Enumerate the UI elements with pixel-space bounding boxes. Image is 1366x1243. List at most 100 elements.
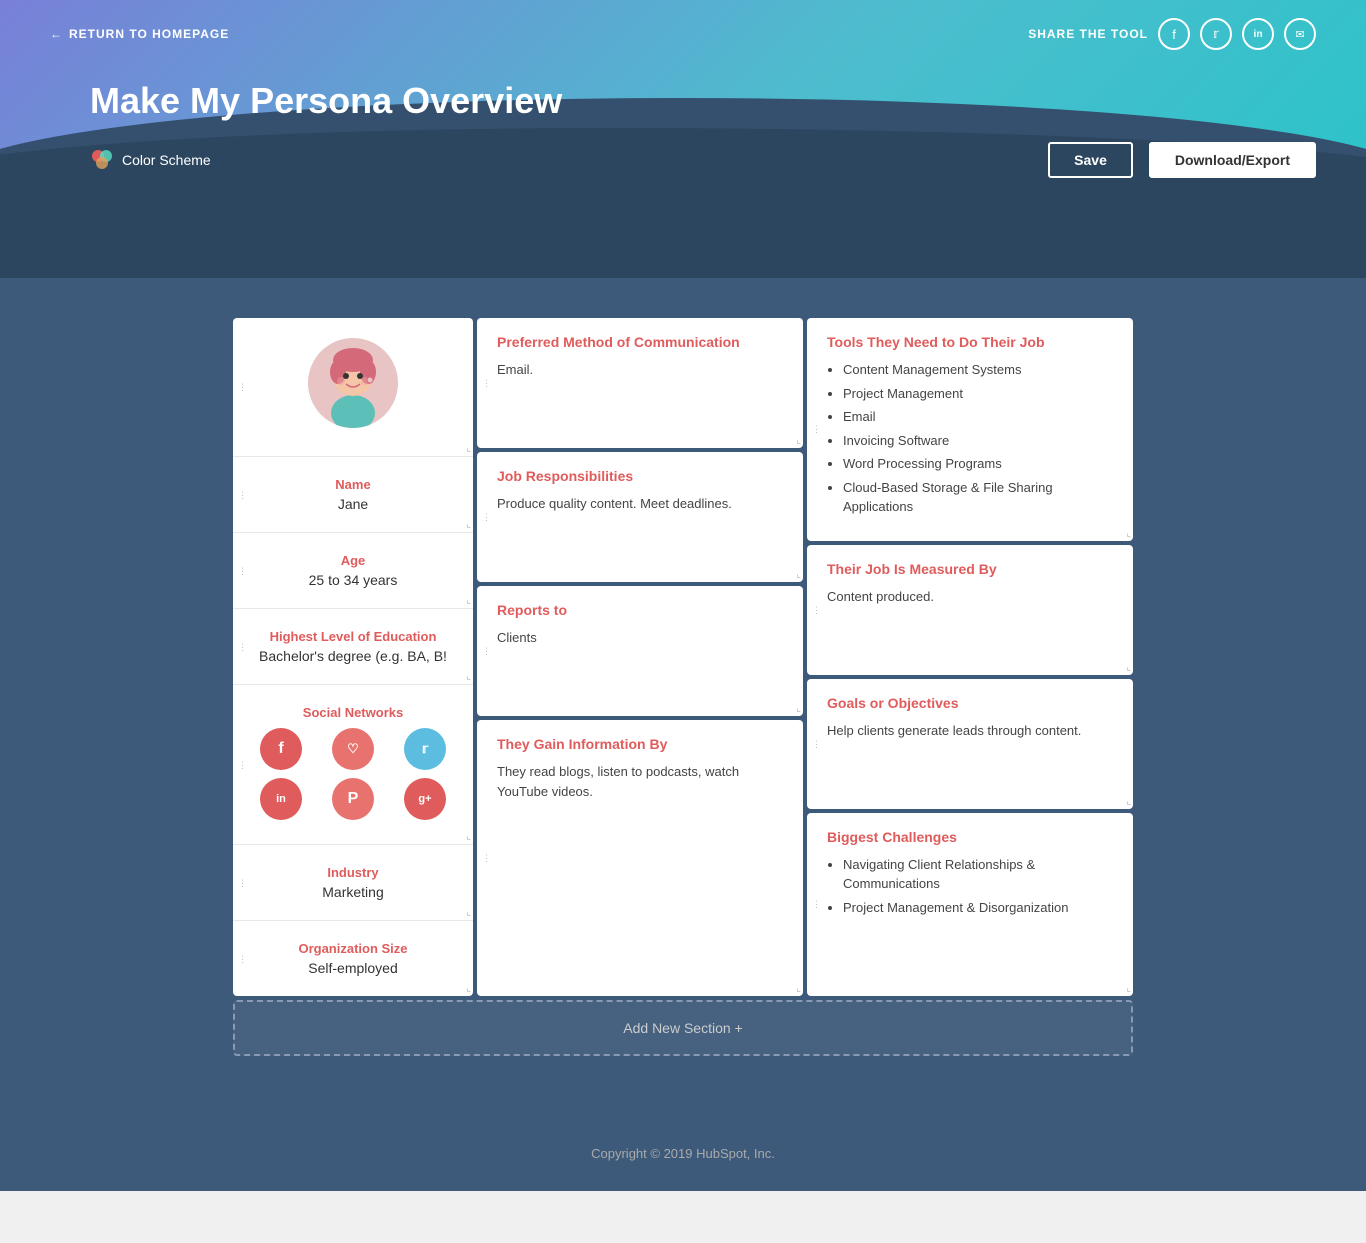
drag-handle-challenges: ⋮ bbox=[812, 900, 822, 908]
social-icons-grid: f ♡ 𝕣 in P g+ bbox=[249, 724, 457, 824]
share-twitter-button[interactable]: 𝕣 bbox=[1200, 18, 1232, 50]
goals-title: Goals or Objectives bbox=[827, 695, 1113, 711]
add-section-label: Add New Section + bbox=[623, 1020, 742, 1036]
challenges-body: Navigating Client Relationships & Commun… bbox=[827, 855, 1113, 918]
resize-handle-org-size: ⌞ bbox=[466, 983, 471, 994]
org-size-value: Self-employed bbox=[249, 960, 457, 976]
share-facebook-button[interactable]: f bbox=[1158, 18, 1190, 50]
arrow-left-icon: ← bbox=[50, 27, 63, 41]
job-responsibilities-title: Job Responsibilities bbox=[497, 468, 783, 484]
share-area: SHARE THE TOOL f 𝕣 in ✉ bbox=[1028, 18, 1316, 50]
share-email-button[interactable]: ✉ bbox=[1284, 18, 1316, 50]
twitter-icon[interactable]: 𝕣 bbox=[404, 728, 446, 770]
instagram-icon[interactable]: ♡ bbox=[332, 728, 374, 770]
profile-card: ⋮ bbox=[233, 318, 473, 996]
drag-handle-goals: ⋮ bbox=[812, 739, 822, 747]
page-title: Make My Persona Overview bbox=[90, 80, 1316, 122]
reports-to-title: Reports to bbox=[497, 602, 783, 618]
avatar-section: ⋮ bbox=[233, 318, 473, 457]
resize-handle-age: ⌞ bbox=[466, 595, 471, 606]
goals-card: ⋮ Goals or Objectives Help clients gener… bbox=[807, 679, 1133, 809]
resize-handle-job-measured: ⌞ bbox=[1126, 662, 1131, 673]
reports-to-body: Clients bbox=[497, 628, 783, 648]
tools-body: Content Management Systems Project Manag… bbox=[827, 360, 1113, 517]
drag-handle-tools: ⋮ bbox=[812, 425, 822, 433]
drag-handle-age: ⋮ bbox=[238, 566, 248, 574]
age-section: ⋮ Age 25 to 34 years ⌞ bbox=[233, 533, 473, 609]
job-measured-card: ⋮ Their Job Is Measured By Content produ… bbox=[807, 545, 1133, 675]
resize-handle-challenges: ⌞ bbox=[1126, 983, 1131, 994]
reports-to-card: ⋮ Reports to Clients ⌞ bbox=[477, 586, 803, 716]
tool-item: Project Management bbox=[843, 384, 1113, 404]
tool-item: Email bbox=[843, 407, 1113, 427]
drag-handle-org-size: ⋮ bbox=[238, 954, 248, 962]
drag-handle-name: ⋮ bbox=[238, 490, 248, 498]
name-label: Name bbox=[249, 477, 457, 492]
drag-handle-job-measured: ⋮ bbox=[812, 605, 822, 613]
social-networks-section: ⋮ Social Networks f ♡ 𝕣 in P g+ ⌞ bbox=[233, 685, 473, 845]
org-size-label: Organization Size bbox=[249, 941, 457, 956]
org-size-section: ⋮ Organization Size Self-employed ⌞ bbox=[233, 921, 473, 996]
drag-handle-reports: ⋮ bbox=[482, 647, 492, 655]
job-measured-body: Content produced. bbox=[827, 587, 1113, 607]
goals-body: Help clients generate leads through cont… bbox=[827, 721, 1113, 741]
pinterest-icon[interactable]: P bbox=[332, 778, 374, 820]
preferred-comm-body: Email. bbox=[497, 360, 783, 380]
right-column: ⋮ Tools They Need to Do Their Job Conten… bbox=[807, 318, 1133, 996]
education-label: Highest Level of Education bbox=[249, 629, 457, 644]
resize-handle-avatar: ⌞ bbox=[466, 443, 471, 454]
resize-handle-job-resp: ⌞ bbox=[796, 569, 801, 580]
job-measured-title: Their Job Is Measured By bbox=[827, 561, 1113, 577]
resize-handle-comm: ⌞ bbox=[796, 435, 801, 446]
social-label: Social Networks bbox=[249, 705, 457, 720]
resize-handle-tools: ⌞ bbox=[1126, 528, 1131, 539]
back-to-homepage-link[interactable]: ← RETURN TO HOMEPAGE bbox=[50, 27, 229, 41]
industry-label: Industry bbox=[249, 865, 457, 880]
industry-section: ⋮ Industry Marketing ⌞ bbox=[233, 845, 473, 921]
linkedin-icon[interactable]: in bbox=[260, 778, 302, 820]
name-value: Jane bbox=[249, 496, 457, 512]
download-export-button[interactable]: Download/Export bbox=[1149, 142, 1316, 178]
footer-copyright: Copyright © 2019 HubSpot, Inc. bbox=[591, 1146, 775, 1161]
hero-section: ← RETURN TO HOMEPAGE SHARE THE TOOL f 𝕣 … bbox=[0, 0, 1366, 278]
facebook-icon[interactable]: f bbox=[260, 728, 302, 770]
tools-title: Tools They Need to Do Their Job bbox=[827, 334, 1113, 350]
resize-handle-goals: ⌞ bbox=[1126, 796, 1131, 807]
preferred-comm-card: ⋮ Preferred Method of Communication Emai… bbox=[477, 318, 803, 448]
share-linkedin-button[interactable]: in bbox=[1242, 18, 1274, 50]
add-new-section-button[interactable]: Add New Section + bbox=[233, 1000, 1133, 1056]
save-button[interactable]: Save bbox=[1048, 142, 1133, 178]
tool-item: Invoicing Software bbox=[843, 431, 1113, 451]
age-label: Age bbox=[249, 553, 457, 568]
resize-handle-social: ⌞ bbox=[466, 831, 471, 842]
avatar-illustration bbox=[308, 338, 398, 428]
gain-info-title: They Gain Information By bbox=[497, 736, 783, 752]
drag-handle-job-resp: ⋮ bbox=[482, 513, 492, 521]
challenge-item: Navigating Client Relationships & Commun… bbox=[843, 855, 1113, 894]
drag-handle-avatar: ⋮ bbox=[238, 383, 248, 391]
footer: Copyright © 2019 HubSpot, Inc. bbox=[0, 1116, 1366, 1191]
persona-grid: ⋮ bbox=[233, 318, 1133, 996]
main-content: ⋮ bbox=[0, 278, 1366, 1116]
resize-handle-industry: ⌞ bbox=[466, 907, 471, 918]
color-scheme-selector[interactable]: Color Scheme bbox=[90, 148, 211, 172]
color-scheme-label: Color Scheme bbox=[122, 152, 211, 168]
share-label: SHARE THE TOOL bbox=[1028, 27, 1148, 41]
middle-column: ⋮ Preferred Method of Communication Emai… bbox=[477, 318, 803, 996]
drag-handle-social: ⋮ bbox=[238, 760, 248, 768]
google-plus-icon[interactable]: g+ bbox=[404, 778, 446, 820]
education-value: Bachelor's degree (e.g. BA, B! bbox=[249, 648, 457, 664]
tool-item: Word Processing Programs bbox=[843, 454, 1113, 474]
education-section: ⋮ Highest Level of Education Bachelor's … bbox=[233, 609, 473, 685]
job-responsibilities-body: Produce quality content. Meet deadlines. bbox=[497, 494, 783, 514]
tools-card: ⋮ Tools They Need to Do Their Job Conten… bbox=[807, 318, 1133, 541]
resize-handle-gain-info: ⌞ bbox=[796, 983, 801, 994]
resize-handle-education: ⌞ bbox=[466, 671, 471, 682]
drag-handle-gain-info: ⋮ bbox=[482, 854, 492, 862]
resize-handle-reports: ⌞ bbox=[796, 703, 801, 714]
preferred-comm-title: Preferred Method of Communication bbox=[497, 334, 783, 350]
drag-handle-comm: ⋮ bbox=[482, 379, 492, 387]
challenges-title: Biggest Challenges bbox=[827, 829, 1113, 845]
back-label: RETURN TO HOMEPAGE bbox=[69, 27, 229, 41]
drag-handle-education: ⋮ bbox=[238, 642, 248, 650]
